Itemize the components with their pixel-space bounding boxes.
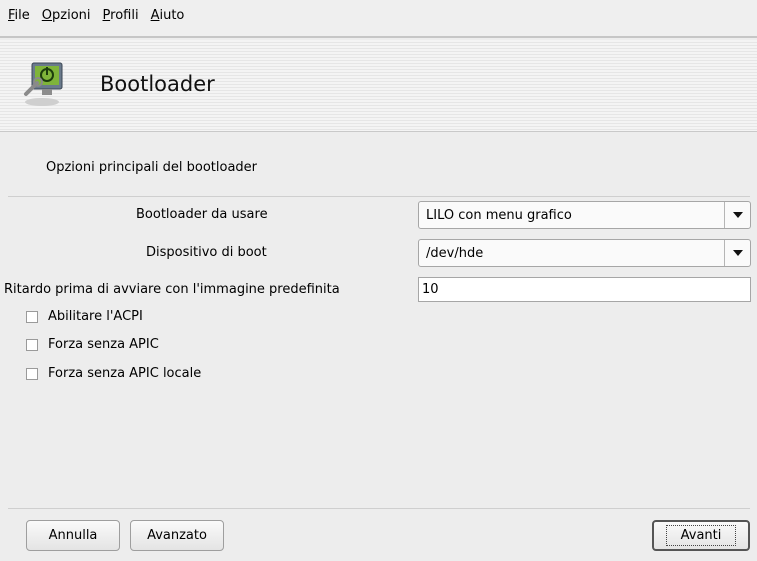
menu-profili[interactable]: Profili	[103, 8, 139, 29]
menu-bar: File Opzioni Profili Aiuto	[0, 0, 757, 38]
no-apic-checkbox[interactable]	[26, 338, 38, 351]
boot-device-select-value: /dev/hde	[426, 245, 484, 261]
section-title: Opzioni principali del bootloader	[46, 160, 258, 175]
checkbox-row-no-local-apic[interactable]: Forza senza APIC locale	[26, 366, 201, 381]
page-header: Bootloader	[0, 40, 757, 132]
no-local-apic-checkbox-label: Forza senza APIC locale	[48, 366, 202, 381]
menu-file[interactable]: File	[8, 8, 30, 29]
bootloader-select[interactable]: LILO con menu grafico	[418, 201, 751, 229]
menu-opzioni[interactable]: Opzioni	[42, 8, 91, 29]
next-button-label: Avanti	[665, 525, 737, 546]
delay-input[interactable]: 10	[418, 277, 751, 302]
bootloader-icon	[24, 62, 63, 106]
divider	[8, 508, 750, 509]
bootloader-label: Bootloader da usare	[136, 207, 268, 222]
boot-device-label: Dispositivo di boot	[146, 245, 267, 260]
chevron-down-icon[interactable]	[724, 202, 750, 228]
advanced-button[interactable]: Avanzato	[130, 520, 224, 551]
chevron-down-icon[interactable]	[724, 240, 750, 266]
menu-aiuto[interactable]: Aiuto	[151, 8, 185, 29]
boot-device-select[interactable]: /dev/hde	[418, 239, 751, 267]
delay-label: Ritardo prima di avviare con l'immagine …	[4, 282, 340, 297]
no-apic-checkbox-label: Forza senza APIC	[48, 337, 159, 352]
divider	[8, 196, 750, 197]
no-local-apic-checkbox[interactable]	[26, 367, 38, 380]
checkbox-row-no-apic[interactable]: Forza senza APIC	[26, 337, 159, 352]
cancel-button[interactable]: Annulla	[26, 520, 120, 551]
acpi-checkbox[interactable]	[26, 310, 38, 323]
checkbox-row-acpi[interactable]: Abilitare l'ACPI	[26, 309, 143, 324]
next-button[interactable]: Avanti	[652, 520, 750, 551]
bootloader-select-value: LILO con menu grafico	[426, 207, 572, 223]
page-title: Bootloader	[100, 72, 215, 96]
acpi-checkbox-label: Abilitare l'ACPI	[48, 309, 143, 324]
